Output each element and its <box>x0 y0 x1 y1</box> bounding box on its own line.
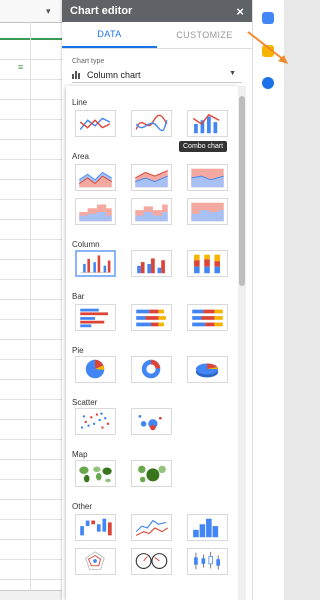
sheet-row <box>0 300 62 320</box>
geo-markers-chart-option[interactable] <box>131 460 172 487</box>
section-other: Other <box>72 502 93 511</box>
tooltip: Combo chart <box>179 141 228 152</box>
donut-chart-option[interactable] <box>131 356 172 383</box>
sheet-row <box>0 240 62 260</box>
chart-type-label: Chart type <box>72 58 105 65</box>
histogram-chart-option[interactable] <box>187 514 228 541</box>
grouped-column-chart-option[interactable] <box>131 250 172 277</box>
3d-pie-chart-option[interactable] <box>187 356 228 383</box>
combo-chart-option[interactable] <box>187 110 228 137</box>
candlestick-chart-option[interactable] <box>187 548 228 575</box>
chart-editor-titlebar: Chart editor × <box>62 0 252 22</box>
section-map: Map <box>72 450 88 459</box>
sheet-row <box>0 400 62 420</box>
section-column: Column <box>72 240 100 249</box>
column-chart-option[interactable] <box>75 250 116 277</box>
sheet-row <box>0 360 62 380</box>
bubble-chart-option[interactable] <box>131 408 172 435</box>
chart-type-select[interactable]: Column chart ▼ <box>72 68 242 83</box>
sheet-row <box>0 560 62 580</box>
sheet-footer <box>0 590 62 600</box>
stacked-stepped-area-chart-option[interactable] <box>131 198 172 225</box>
bar-chart-option[interactable] <box>75 304 116 331</box>
section-area: Area <box>72 152 89 161</box>
section-pie: Pie <box>72 346 84 355</box>
close-icon[interactable]: × <box>236 4 244 19</box>
percent-area-chart-option[interactable] <box>187 164 228 191</box>
stacked-bar-chart-option[interactable] <box>131 304 172 331</box>
sheet-row <box>0 320 62 340</box>
smooth-line-chart-option[interactable] <box>131 110 172 137</box>
editor-tabs: DATA CUSTOMIZE <box>62 22 252 49</box>
sparkline-chart-option[interactable] <box>131 514 172 541</box>
menu-scrollbar[interactable] <box>238 86 246 600</box>
scrollbar-thumb[interactable] <box>239 96 245 286</box>
chart-editor-title: Chart editor <box>70 5 133 17</box>
stepped-area-chart-option[interactable] <box>75 198 116 225</box>
sheet-row <box>0 100 62 120</box>
geo-chart-option[interactable] <box>75 460 116 487</box>
sheet-row <box>0 260 62 280</box>
sheet-row <box>0 340 62 360</box>
percent-bar-chart-option[interactable] <box>187 304 228 331</box>
sheet-row <box>0 380 62 400</box>
section-scatter: Scatter <box>72 398 98 407</box>
keep-icon[interactable] <box>262 45 274 57</box>
tab-data[interactable]: DATA <box>62 22 157 48</box>
section-line: Line <box>72 98 88 107</box>
waterfall-chart-option[interactable] <box>75 514 116 541</box>
gauge-chart-option[interactable] <box>131 548 172 575</box>
section-bar: Bar <box>72 292 85 301</box>
sheet-row <box>0 80 62 100</box>
sheet-row <box>0 500 62 520</box>
sheet-row <box>0 40 62 60</box>
sheet-row <box>0 420 62 440</box>
sheet-row <box>0 520 62 540</box>
side-panel-strip <box>252 0 284 600</box>
sheet-row <box>0 120 62 140</box>
radar-chart-option[interactable] <box>75 548 116 575</box>
sheet-row <box>0 440 62 460</box>
chevron-down-icon: ▼ <box>229 70 236 77</box>
chart-type-value: Column chart <box>87 70 141 80</box>
chart-type-menu: Line Combo chart Area Column Bar Pie Sca… <box>66 86 238 600</box>
sheet-row <box>0 540 62 560</box>
tab-customize[interactable]: CUSTOMIZE <box>157 22 252 48</box>
stacked-area-chart-option[interactable] <box>131 164 172 191</box>
sheet-row <box>0 220 62 240</box>
calendar-icon[interactable] <box>262 12 274 24</box>
line-chart-option[interactable] <box>75 110 116 137</box>
sheet-row <box>0 160 62 180</box>
chart-editor: Chart editor × DATA CUSTOMIZE Chart type… <box>62 0 288 600</box>
column-dropdown-icon[interactable]: ▾ <box>46 6 51 17</box>
scatter-chart-option[interactable] <box>75 408 116 435</box>
percent-stepped-area-chart-option[interactable] <box>187 198 228 225</box>
sheet-row <box>0 480 62 500</box>
sheet-row <box>0 460 62 480</box>
sheet-row <box>0 280 62 300</box>
sheet-header: ▾ <box>0 0 62 23</box>
column-chart-icon <box>72 70 81 81</box>
area-chart-option[interactable] <box>75 164 116 191</box>
stacked-column-chart-option[interactable] <box>187 250 228 277</box>
pie-chart-option[interactable] <box>75 356 116 383</box>
sheet-row <box>0 180 62 200</box>
tasks-icon[interactable] <box>262 77 274 89</box>
spreadsheet-grid: ▾ ≡ <box>0 0 62 600</box>
sheet-row <box>0 200 62 220</box>
sheet-row <box>0 140 62 160</box>
sheet-row <box>0 60 62 80</box>
